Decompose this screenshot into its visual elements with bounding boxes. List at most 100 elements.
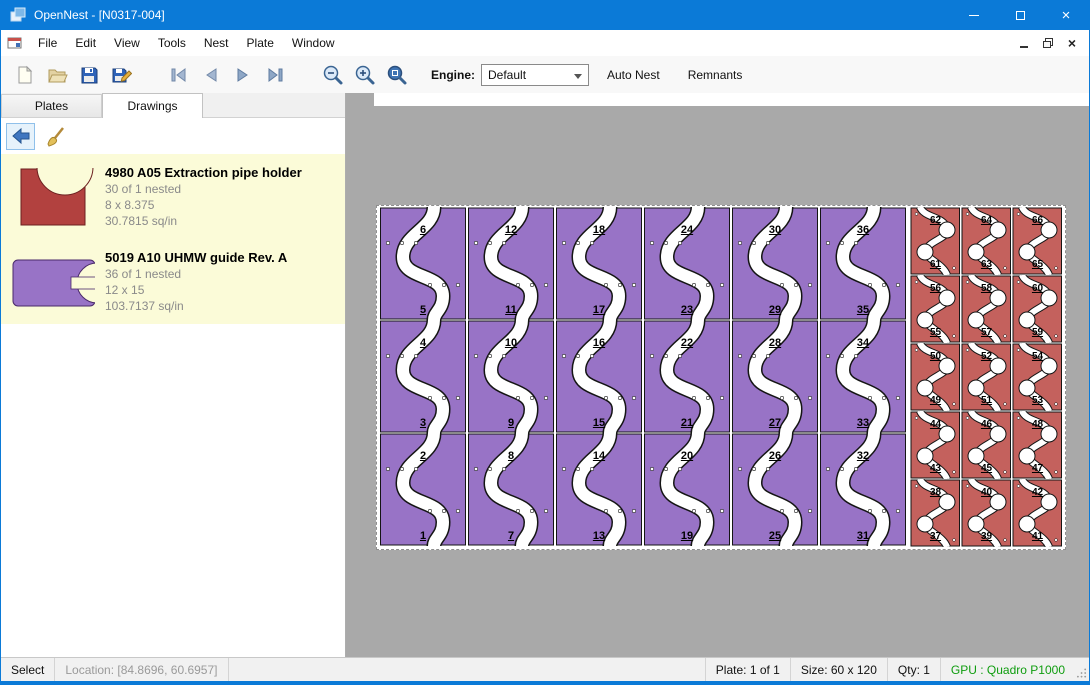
mdi-close-button[interactable]: × — [1061, 33, 1083, 53]
nav-next-icon — [232, 64, 254, 86]
nest-part-pair[interactable]: 14 13 — [555, 433, 643, 546]
nest-part-pair[interactable]: 2 1 — [379, 433, 467, 546]
menu-item-view[interactable]: View — [105, 31, 149, 55]
zoom-out-button[interactable] — [317, 60, 349, 90]
nest-part-pair[interactable]: 48 47 — [1012, 411, 1063, 479]
zoom-in-icon — [353, 63, 377, 87]
drawing-size: 12 x 15 — [105, 283, 287, 297]
nest-part-pair[interactable]: 56 55 — [910, 275, 961, 343]
auto-nest-button[interactable]: Auto Nest — [597, 62, 670, 88]
nest-part-pair[interactable]: 44 43 — [910, 411, 961, 479]
part-number: 2 — [379, 450, 467, 462]
nest-part-pair[interactable]: 52 51 — [961, 343, 1012, 411]
status-plate: Plate: 1 of 1 — [705, 658, 790, 681]
drawing-item[interactable]: 4980 A05 Extraction pipe holder 30 of 1 … — [1, 154, 345, 239]
drawing-item[interactable]: 5019 A10 UHMW guide Rev. A 36 of 1 neste… — [1, 239, 345, 324]
menu-item-file[interactable]: File — [29, 31, 66, 55]
nest-canvas[interactable]: 6 5 12 11 18 17 24 23 — [346, 93, 1089, 657]
maximize-button[interactable] — [997, 0, 1043, 30]
close-button[interactable]: × — [1043, 0, 1089, 30]
nest-part-pair[interactable]: 22 21 — [643, 320, 731, 433]
zoom-in-button[interactable] — [349, 60, 381, 90]
save-button[interactable] — [73, 60, 105, 90]
nest-part-pair[interactable]: 60 59 — [1012, 275, 1063, 343]
nest-part-pair[interactable]: 62 61 — [910, 207, 961, 275]
menu-item-tools[interactable]: Tools — [149, 31, 195, 55]
left-panel: Plates Drawings — [1, 93, 346, 657]
mdi-minimize-icon — [1020, 46, 1028, 48]
part-number: 41 — [1012, 531, 1063, 542]
panel-toolbar — [1, 118, 345, 154]
part-number: 44 — [910, 419, 961, 430]
status-mode: Select — [1, 658, 55, 681]
nest-part-pair[interactable]: 16 15 — [555, 320, 643, 433]
part-number: 12 — [467, 224, 555, 236]
nest-part-pair[interactable]: 4 3 — [379, 320, 467, 433]
part-number: 42 — [1012, 487, 1063, 498]
engine-label: Engine: — [431, 68, 475, 82]
zoom-fit-button[interactable] — [381, 60, 413, 90]
nest-part-pair[interactable]: 66 65 — [1012, 207, 1063, 275]
nav-next-button[interactable] — [227, 60, 259, 90]
menu-item-window[interactable]: Window — [283, 31, 344, 55]
nest-part-pair[interactable]: 20 19 — [643, 433, 731, 546]
nav-prev-button[interactable] — [195, 60, 227, 90]
tab-drawings[interactable]: Drawings — [102, 93, 203, 118]
mdi-minimize-button[interactable] — [1013, 33, 1035, 53]
minimize-button[interactable] — [951, 0, 997, 30]
nav-last-button[interactable] — [259, 60, 291, 90]
mdi-restore-button[interactable] — [1037, 33, 1059, 53]
nest-part-pair[interactable]: 32 31 — [819, 433, 907, 546]
nest-part-pair[interactable]: 50 49 — [910, 343, 961, 411]
nest-part-pair[interactable]: 64 63 — [961, 207, 1012, 275]
nest-part-pair[interactable]: 38 37 — [910, 479, 961, 547]
part-number: 66 — [1012, 215, 1063, 226]
menu-item-nest[interactable]: Nest — [195, 31, 238, 55]
purple-grid: 6 5 12 11 18 17 24 23 — [379, 207, 907, 546]
part-number: 40 — [961, 487, 1012, 498]
open-button[interactable] — [41, 60, 73, 90]
engine-select[interactable]: Default — [481, 64, 589, 86]
menu-item-plate[interactable]: Plate — [238, 31, 283, 55]
send-to-nest-button[interactable] — [6, 123, 35, 150]
plate[interactable]: 6 5 12 11 18 17 24 23 — [376, 205, 1066, 550]
mdi-close-icon: × — [1068, 36, 1076, 50]
drawing-thumbnail — [5, 246, 105, 318]
part-number: 7 — [467, 530, 555, 542]
nest-part-pair[interactable]: 36 35 — [819, 207, 907, 320]
clean-button[interactable] — [41, 123, 70, 150]
save-as-button[interactable] — [105, 60, 137, 90]
part-number: 61 — [910, 259, 961, 270]
nest-part-pair[interactable]: 26 25 — [731, 433, 819, 546]
tab-plates[interactable]: Plates — [1, 94, 102, 117]
part-number: 18 — [555, 224, 643, 236]
new-button[interactable] — [9, 60, 41, 90]
nest-part-pair[interactable]: 12 11 — [467, 207, 555, 320]
menu-item-edit[interactable]: Edit — [66, 31, 105, 55]
nest-part-pair[interactable]: 42 41 — [1012, 479, 1063, 547]
nest-part-pair[interactable]: 24 23 — [643, 207, 731, 320]
nest-part-pair[interactable]: 34 33 — [819, 320, 907, 433]
nest-part-pair[interactable]: 10 9 — [467, 320, 555, 433]
nest-part-pair[interactable]: 30 29 — [731, 207, 819, 320]
nest-part-pair[interactable]: 46 45 — [961, 411, 1012, 479]
nest-part-pair[interactable]: 40 39 — [961, 479, 1012, 547]
nest-part-pair[interactable]: 6 5 — [379, 207, 467, 320]
part-number: 35 — [819, 304, 907, 316]
part-number: 45 — [961, 463, 1012, 474]
app-window: OpenNest - [N0317-004] × File Edit View … — [0, 0, 1090, 685]
chevron-down-icon — [574, 74, 582, 79]
nest-part-pair[interactable]: 54 53 — [1012, 343, 1063, 411]
part-number: 37 — [910, 531, 961, 542]
nest-part-pair[interactable]: 18 17 — [555, 207, 643, 320]
part-number: 39 — [961, 531, 1012, 542]
resize-grip[interactable] — [1075, 658, 1089, 681]
new-document-icon — [14, 64, 36, 86]
nav-first-button[interactable] — [163, 60, 195, 90]
nest-part-pair[interactable]: 8 7 — [467, 433, 555, 546]
part-number: 22 — [643, 337, 731, 349]
part-number: 32 — [819, 450, 907, 462]
nest-part-pair[interactable]: 58 57 — [961, 275, 1012, 343]
remnants-button[interactable]: Remnants — [678, 62, 753, 88]
nest-part-pair[interactable]: 28 27 — [731, 320, 819, 433]
